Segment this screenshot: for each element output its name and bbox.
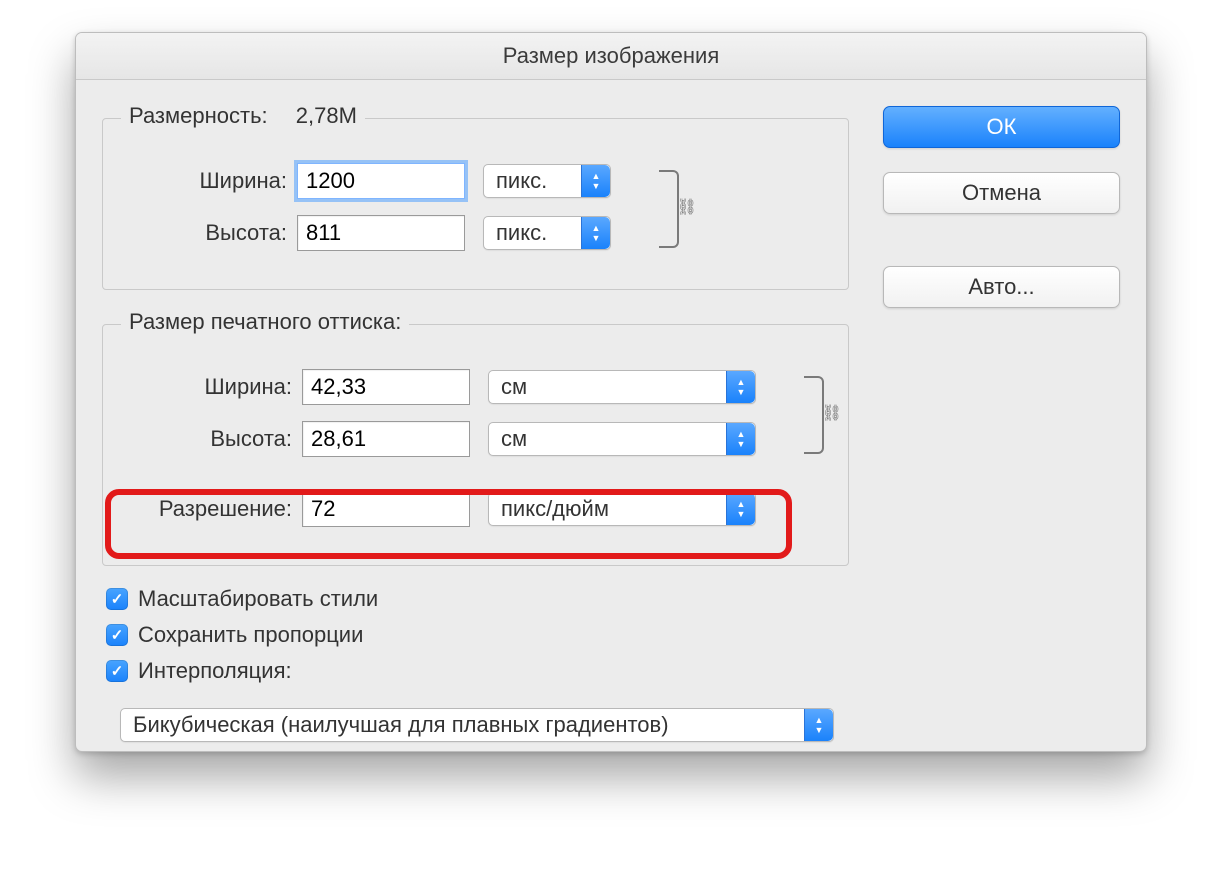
interpolation-value: Бикубическая (наилучшая для плавных град… (133, 712, 669, 738)
print-width-unit-select[interactable]: см ▲▼ (488, 370, 756, 404)
interpolation-select[interactable]: Бикубическая (наилучшая для плавных град… (120, 708, 834, 742)
stepper-icon: ▲▼ (804, 709, 833, 741)
pixel-width-unit-select[interactable]: пикс. ▲▼ (483, 164, 611, 198)
stepper-icon: ▲▼ (726, 423, 755, 455)
pixel-dimensions-legend-value: 2,78М (296, 103, 357, 128)
print-height-unit-select[interactable]: см ▲▼ (488, 422, 756, 456)
pixel-width-unit-value: пикс. (496, 168, 547, 194)
print-size-group: Размер печатного оттиска: Ширина: см ▲▼ (102, 324, 849, 566)
scale-styles-checkbox[interactable]: ✓ (106, 588, 128, 610)
constrain-proportions-label: Сохранить пропорции (138, 622, 363, 648)
resolution-unit-value: пикс/дюйм (501, 496, 609, 522)
stepper-icon: ▲▼ (726, 371, 755, 403)
image-size-dialog: Размер изображения Размерность: 2,78М Ши… (75, 32, 1147, 752)
window-title: Размер изображения (76, 33, 1146, 80)
pixel-dimensions-group: Размерность: 2,78М Ширина: пикс. ▲▼ (102, 118, 849, 290)
print-height-input[interactable] (302, 421, 470, 457)
cancel-button[interactable]: Отмена (883, 172, 1120, 214)
print-width-label: Ширина: (127, 374, 292, 400)
resolution-label: Разрешение: (127, 496, 292, 522)
stepper-icon: ▲▼ (581, 165, 610, 197)
pixel-height-label: Высота: (127, 220, 287, 246)
resample-checkbox[interactable]: ✓ (106, 660, 128, 682)
stepper-icon: ▲▼ (726, 493, 755, 525)
constrain-link-print: ⛓ (774, 376, 824, 450)
pixel-dimensions-legend-label: Размерность: (129, 103, 268, 128)
pixel-height-input[interactable] (297, 215, 465, 251)
print-size-legend: Размер печатного оттиска: (129, 309, 401, 334)
print-height-unit-value: см (501, 426, 527, 452)
stepper-icon: ▲▼ (581, 217, 610, 249)
constrain-proportions-checkbox[interactable]: ✓ (106, 624, 128, 646)
pixel-height-unit-value: пикс. (496, 220, 547, 246)
chain-link-icon: ⛓ (822, 403, 842, 423)
print-width-unit-value: см (501, 374, 527, 400)
auto-button[interactable]: Авто... (883, 266, 1120, 308)
scale-styles-label: Масштабировать стили (138, 586, 378, 612)
pixel-height-unit-select[interactable]: пикс. ▲▼ (483, 216, 611, 250)
print-height-label: Высота: (127, 426, 292, 452)
pixel-width-input[interactable] (297, 163, 465, 199)
constrain-link-pixel: ⛓ (629, 170, 679, 244)
chain-link-icon: ⛓ (677, 197, 697, 217)
resolution-unit-select[interactable]: пикс/дюйм ▲▼ (488, 492, 756, 526)
pixel-width-label: Ширина: (127, 168, 287, 194)
resolution-input[interactable] (302, 491, 470, 527)
print-width-input[interactable] (302, 369, 470, 405)
resample-label: Интерполяция: (138, 658, 292, 684)
ok-button[interactable]: ОК (883, 106, 1120, 148)
